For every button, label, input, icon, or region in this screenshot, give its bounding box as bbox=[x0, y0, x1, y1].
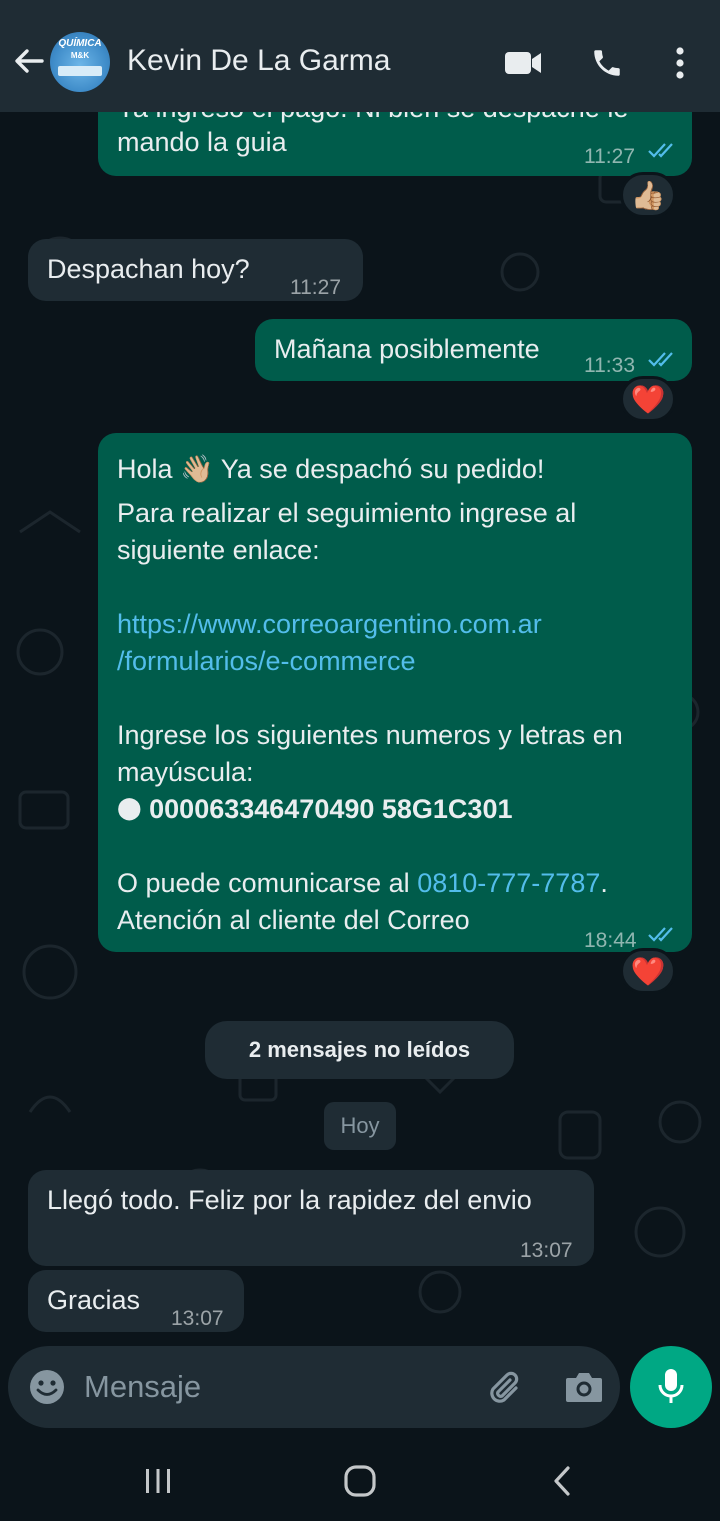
voice-call-icon[interactable] bbox=[590, 46, 624, 80]
system-navigation-bar bbox=[0, 1440, 720, 1521]
message-greeting: Hola bbox=[117, 454, 173, 484]
unread-messages-pill: 2 mensajes no leídos bbox=[205, 1021, 514, 1079]
recent-apps-button[interactable] bbox=[128, 1460, 188, 1502]
message-text: Hola 👋🏼 Ya se despachó su pedido! bbox=[117, 451, 544, 488]
back-chevron-icon bbox=[554, 1466, 570, 1496]
camera-icon[interactable] bbox=[564, 1368, 604, 1406]
message-bubble-incoming[interactable]: Llegó todo. Feliz por la rapidez del env… bbox=[28, 1170, 594, 1266]
waving-hand-emoji: 👋🏼 bbox=[180, 454, 214, 484]
back-button[interactable] bbox=[532, 1460, 592, 1502]
avatar-logo-text: QUÍMICA bbox=[58, 38, 102, 49]
message-line: mayúscula: bbox=[117, 757, 254, 787]
recent-apps-icon bbox=[146, 1469, 170, 1493]
read-receipt-icon bbox=[648, 352, 673, 367]
attachment-clip-icon[interactable] bbox=[486, 1368, 526, 1408]
message-line: Atención al cliente del Correo bbox=[117, 905, 470, 935]
message-bubble-outgoing[interactable]: Ya ingresó el pago. Ni bien se despache … bbox=[98, 112, 692, 176]
message-time: 13:07 bbox=[171, 1307, 224, 1330]
message-bubble-outgoing[interactable]: Hola 👋🏼 Ya se despachó su pedido! Para r… bbox=[98, 433, 692, 952]
reaction-thumbs-up[interactable]: 👍🏼 bbox=[620, 172, 676, 218]
chat-area[interactable]: Ya ingresó el pago. Ni bien se despache … bbox=[0, 112, 720, 1440]
reaction-heart[interactable]: ❤️ bbox=[620, 376, 676, 422]
home-button[interactable] bbox=[330, 1460, 390, 1502]
message-time: 11:33 bbox=[584, 354, 635, 377]
message-bubble-incoming[interactable]: Despachan hoy? 11:27 bbox=[28, 239, 363, 301]
home-icon bbox=[344, 1465, 376, 1497]
message-line: Ya se despachó su pedido! bbox=[220, 454, 545, 484]
microphone-icon bbox=[658, 1369, 684, 1403]
message-text: Despachan hoy? bbox=[47, 254, 250, 284]
message-bubble-incoming[interactable]: Gracias 13:07 bbox=[28, 1270, 244, 1332]
chat-header: QUÍMICA M&K Kevin De La Garma bbox=[0, 0, 720, 112]
message-line: Ingrese los siguientes numeros y letras … bbox=[117, 720, 623, 750]
message-time: 11:27 bbox=[290, 276, 341, 299]
message-composer bbox=[8, 1346, 620, 1428]
phone-link[interactable]: 0810-777-7787 bbox=[417, 868, 600, 898]
tracking-code[interactable]: 000063346470490 58G1C301 bbox=[149, 794, 512, 824]
message-time: 11:27 bbox=[584, 145, 635, 168]
contact-name[interactable]: Kevin De La Garma bbox=[127, 44, 390, 78]
message-line: O puede comunicarse al 0810-777-7787. bbox=[117, 865, 608, 902]
avatar-logo-subtext: M&K bbox=[70, 51, 90, 60]
day-separator: Hoy bbox=[324, 1102, 396, 1150]
tracking-link[interactable]: https://www.correoargentino.com.ar bbox=[117, 606, 542, 643]
message-time: 13:07 bbox=[520, 1239, 573, 1262]
message-text: Gracias bbox=[47, 1285, 141, 1315]
bullet-icon: ⬤ bbox=[117, 795, 142, 820]
read-receipt-icon bbox=[648, 927, 673, 942]
voice-message-button[interactable] bbox=[630, 1346, 712, 1428]
back-arrow-icon[interactable] bbox=[12, 44, 46, 78]
avatar-logo-banner bbox=[58, 66, 102, 76]
tracking-code-line: ⬤ 000063346470490 58G1C301 bbox=[117, 791, 512, 829]
tracking-link-continued[interactable]: /formularios/e-commerce bbox=[117, 643, 416, 680]
message-line-suffix: . bbox=[600, 868, 608, 898]
message-line: Para realizar el seguimiento ingrese al bbox=[117, 498, 577, 528]
message-line: siguiente enlace: bbox=[117, 535, 320, 565]
reaction-heart[interactable]: ❤️ bbox=[620, 948, 676, 994]
message-text: Mañana posiblemente bbox=[274, 334, 540, 364]
video-call-icon[interactable] bbox=[504, 48, 542, 78]
contact-avatar[interactable]: QUÍMICA M&K bbox=[50, 32, 110, 92]
message-line-prefix: O puede comunicarse al bbox=[117, 868, 410, 898]
more-options-icon[interactable] bbox=[674, 46, 686, 80]
message-input[interactable] bbox=[84, 1364, 474, 1410]
message-text: mando la guia bbox=[117, 127, 287, 157]
emoji-icon[interactable] bbox=[28, 1368, 66, 1406]
read-receipt-icon bbox=[648, 143, 673, 158]
message-text: Llegó todo. Feliz por la rapidez del env… bbox=[47, 1185, 532, 1215]
message-bubble-outgoing[interactable]: Mañana posiblemente 11:33 bbox=[255, 319, 692, 381]
